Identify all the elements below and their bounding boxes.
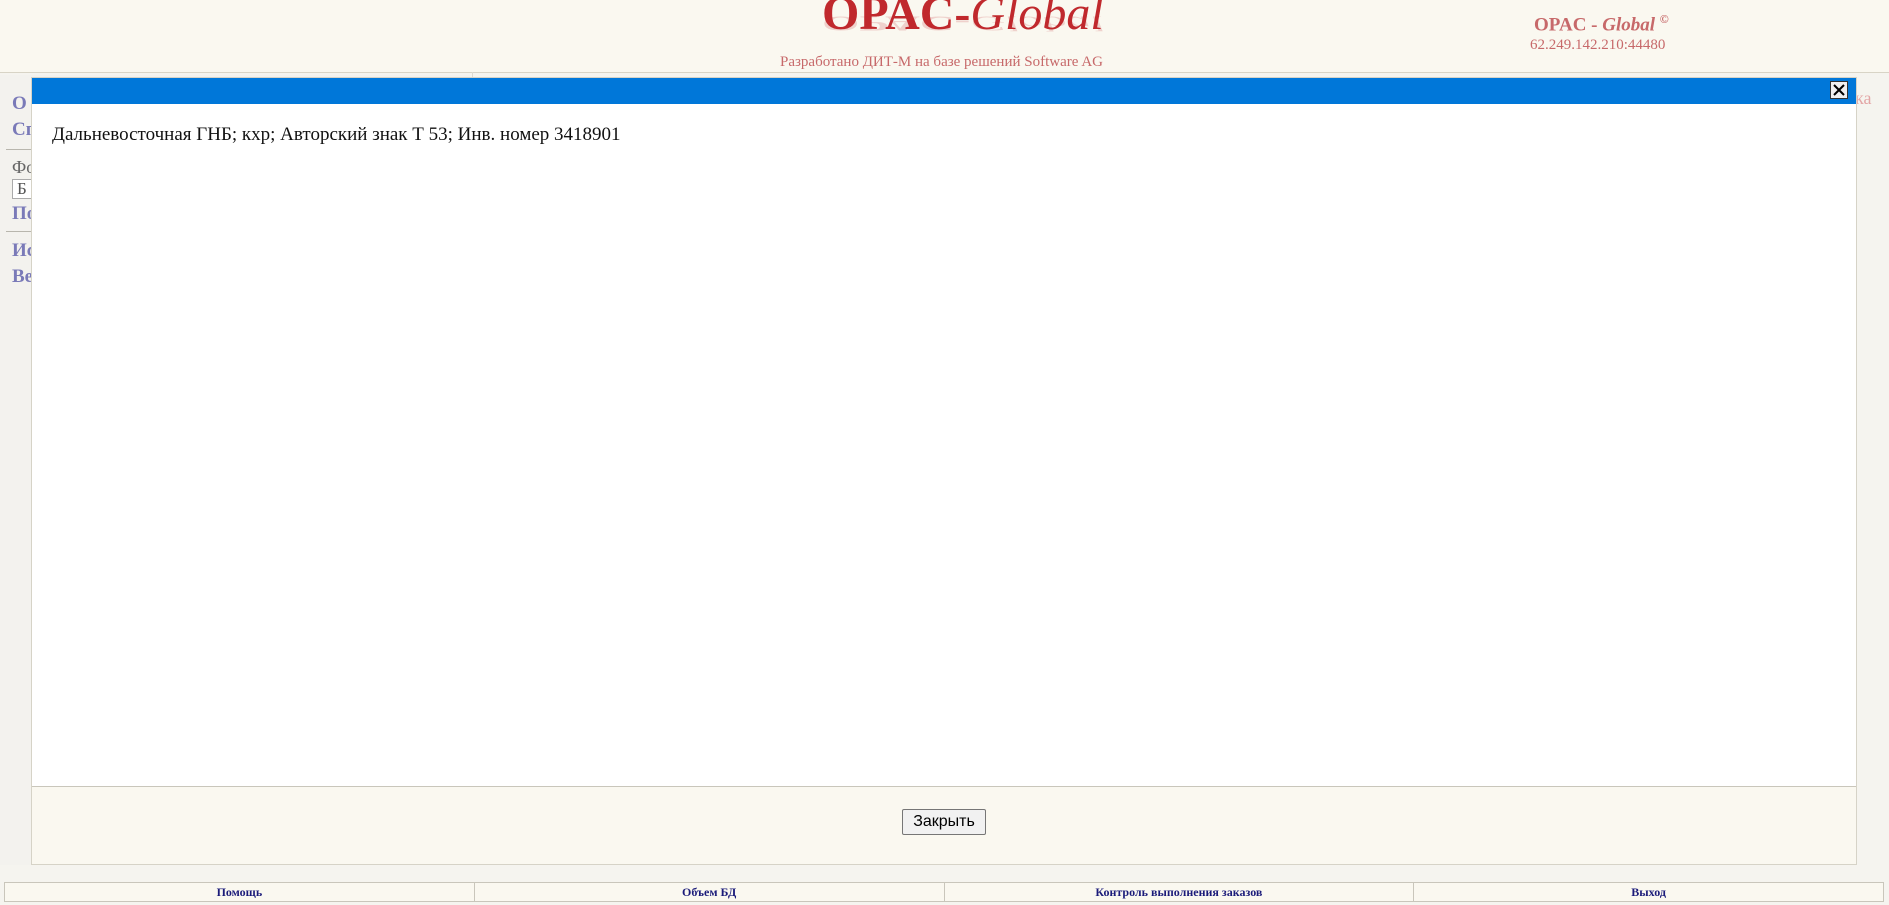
modal-body: Дальневосточная ГНБ; кхр; Авторский знак… [32, 104, 1856, 787]
copyright-mark: © [1659, 12, 1669, 26]
close-x-glyph [1833, 84, 1845, 96]
background-link-fragment[interactable]: ка [1855, 88, 1871, 109]
logo-reflection-main: OPAC- [822, 11, 971, 36]
server-host: 62.249.142.210:44480 [1530, 37, 1666, 53]
modal-titlebar [32, 78, 1856, 104]
header-subtitle: Разработано ДИТ-М на базе решений Softwa… [780, 54, 1103, 70]
help-link[interactable]: Помощь [5, 883, 475, 901]
logo-reflection-italic: Global [970, 11, 1104, 36]
brand-right: OPAC - Global © [1534, 12, 1669, 36]
close-button[interactable]: Закрыть [902, 809, 986, 835]
exit-link[interactable]: Выход [1414, 883, 1883, 901]
nav-item-5[interactable]: Ве [12, 266, 33, 288]
brand-italic: Global [1602, 14, 1656, 36]
close-icon[interactable] [1830, 81, 1848, 99]
modal-footer: Закрыть [32, 787, 1856, 864]
brand-prefix: OPAC - [1534, 14, 1603, 36]
nav-item-1[interactable]: О [12, 93, 27, 115]
record-modal: Дальневосточная ГНБ; кхр; Авторский знак… [32, 78, 1856, 864]
page-header: OPAC-Global OPAC-Global Разработано ДИТ-… [0, 0, 1889, 73]
orders-control-link[interactable]: Контроль выполнения заказов [945, 883, 1415, 901]
logo-reflection: OPAC-Global [822, 11, 1104, 36]
holdings-text: Дальневосточная ГНБ; кхр; Авторский знак… [52, 124, 621, 145]
db-volume-link[interactable]: Объем БД [475, 883, 945, 901]
bottom-bar: Помощь Объем БД Контроль выполнения зака… [4, 882, 1884, 902]
